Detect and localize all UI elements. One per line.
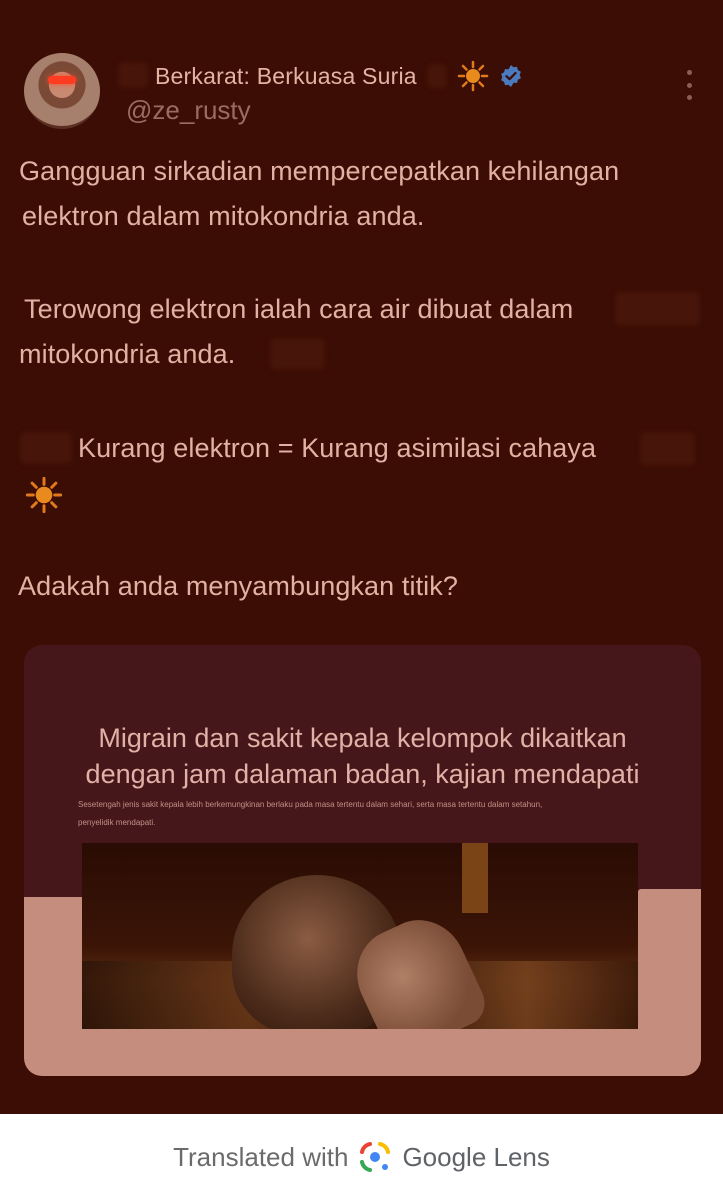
tweet-text-line: elektron dalam mitokondria anda.: [22, 201, 425, 231]
card-subtitle-line: Sesetengah jenis sakit kepala lebih berk…: [78, 800, 543, 809]
avatar[interactable]: [24, 53, 100, 129]
tweet-text-line: Kurang elektron = Kurang asimilasi cahay…: [78, 433, 597, 463]
google-lens-brand: Google Lens: [402, 1141, 550, 1172]
verified-badge-icon: [500, 65, 521, 87]
user-handle[interactable]: @ze_rusty: [126, 95, 251, 126]
card-subtitle-line: penyelidik mendapati.: [78, 818, 156, 827]
card-title-line: Migrain dan sakit kepala kelompok dikait…: [98, 723, 627, 753]
article-photo: [82, 843, 638, 1029]
blur-smudge: [615, 292, 700, 326]
more-options-icon[interactable]: [685, 70, 693, 100]
blur-smudge: [640, 432, 695, 466]
tweet-text-line: Gangguan sirkadian mempercepatkan kehila…: [19, 156, 620, 186]
blur-smudge: [426, 64, 447, 88]
laser-eyes: [48, 76, 76, 84]
link-preview-card[interactable]: Migrain dan sakit kepala kelompok dikait…: [24, 645, 701, 1076]
translated-with-label: Translated with: [173, 1141, 349, 1172]
tweet-text-line: Adakah anda menyambungkan titik?: [18, 571, 458, 601]
tweet-text-line: Terowong elektron ialah cara air dibuat …: [24, 294, 574, 324]
card-background-right: [638, 889, 701, 1076]
tweet-text-line: mitokondria anda.: [19, 339, 236, 369]
tweet: Berkarat: Berkuasa Suria @ze_rusty Gangg…: [0, 0, 723, 1114]
sun-icon: [25, 476, 63, 514]
display-name: Berkarat: Berkuasa Suria: [155, 62, 417, 89]
blur-smudge: [20, 432, 72, 464]
display-name-row[interactable]: Berkarat: Berkuasa Suria: [125, 60, 523, 92]
google-lens-icon: [360, 1142, 391, 1172]
card-title-line: dengan jam dalaman badan, kajian mendapa…: [85, 759, 640, 789]
google-lens-footer: Translated with Google Lens: [0, 1114, 723, 1200]
sun-icon: [457, 60, 489, 92]
blur-smudge: [270, 338, 325, 370]
